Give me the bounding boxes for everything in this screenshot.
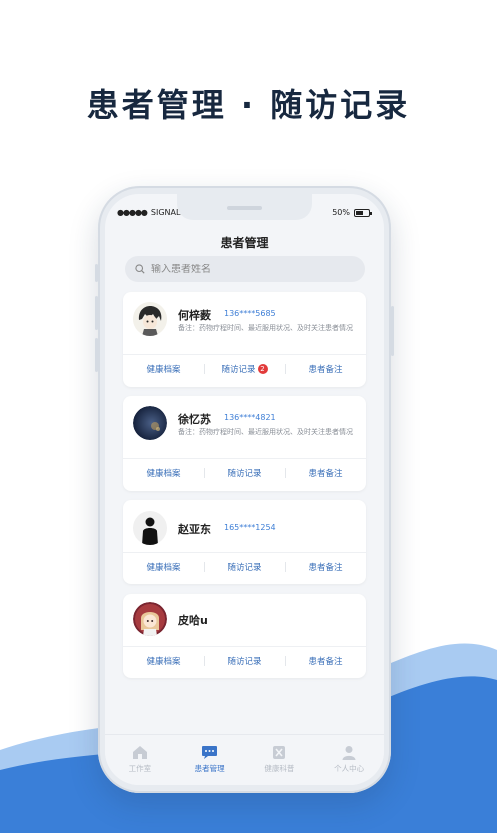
status-carrier: ●●●●● SIGNAL <box>117 208 180 217</box>
unread-badge: 2 <box>257 363 268 374</box>
app-screen: ●●●●● SIGNAL 50% 患者管理 输入患者姓名 何梓薮 136****… <box>105 194 384 785</box>
tab-label: 健康科普 <box>264 764 295 773</box>
health-records-button[interactable]: 健康档案 <box>123 647 204 674</box>
search-bar[interactable] <box>125 256 365 282</box>
health-records-label: 健康档案 <box>146 562 181 573</box>
book-icon <box>271 745 287 760</box>
visit-records-label: 随访记录 <box>227 468 262 479</box>
visit-records-button[interactable]: 随访记录 <box>204 553 285 580</box>
patient-name: 皮哈u <box>178 614 208 627</box>
patient-note: 备注：药物疗程时间、最近服用状况、及时关注患者情况 <box>178 428 353 436</box>
patient-actions: 健康档案 随访记录 患者备注 <box>123 552 366 580</box>
health-records-label: 健康档案 <box>146 364 181 375</box>
status-battery: 50% <box>332 208 372 217</box>
battery-icon <box>354 208 372 217</box>
patient-card[interactable]: 何梓薮 136****5685 备注：药物疗程时间、最近服用状况、及时关注患者情… <box>123 292 366 387</box>
patient-actions: 健康档案 随访记录 患者备注 <box>123 646 366 674</box>
patient-notes-label: 患者备注 <box>308 656 343 667</box>
phone-volume-down <box>95 338 98 372</box>
visit-records-label: 随访记录 <box>227 562 262 573</box>
phone-power-button <box>391 306 394 356</box>
patient-name: 徐忆苏 <box>178 413 211 426</box>
health-records-label: 健康档案 <box>146 656 181 667</box>
health-records-button[interactable]: 健康档案 <box>123 355 204 382</box>
phone-mute-switch <box>95 264 98 282</box>
health-records-button[interactable]: 健康档案 <box>123 553 204 580</box>
battery-percent: 50% <box>332 208 350 217</box>
phone-volume-up <box>95 296 98 330</box>
patient-notes-label: 患者备注 <box>308 562 343 573</box>
visit-records-label: 随访记录 <box>221 364 256 375</box>
patient-phone: 136****4821 <box>224 413 276 422</box>
patient-notes-label: 患者备注 <box>308 364 343 375</box>
bottom-tab-bar: 工作室 患者管理 健康科普 个人中心 <box>105 734 384 785</box>
carrier-label: SIGNAL <box>150 208 181 217</box>
page-title: 患者管理 <box>220 236 269 250</box>
patient-name: 何梓薮 <box>178 309 211 322</box>
patient-avatar <box>133 602 167 636</box>
patient-note: 备注：药物疗程时间、最近服用状况、及时关注患者情况 <box>178 324 353 332</box>
tab-patient-management[interactable]: 患者管理 <box>175 735 245 785</box>
patient-phone: 136****5685 <box>224 309 276 318</box>
patient-card[interactable]: 皮哈u 健康档案 随访记录 患者备注 <box>123 594 366 678</box>
patient-notes-button[interactable]: 患者备注 <box>285 459 366 486</box>
tab-studio[interactable]: 工作室 <box>105 735 175 785</box>
phone-notch <box>177 194 312 220</box>
patient-card[interactable]: 赵亚东 165****1254 健康档案 随访记录 患者备注 <box>123 500 366 584</box>
patient-notes-label: 患者备注 <box>308 468 343 479</box>
visit-records-label: 随访记录 <box>227 656 262 667</box>
patient-phone: 165****1254 <box>224 523 276 532</box>
search-input[interactable] <box>151 263 351 275</box>
person-icon <box>341 745 357 760</box>
phone-mockup: ●●●●● SIGNAL 50% 患者管理 输入患者姓名 何梓薮 136****… <box>95 186 394 793</box>
patient-avatar <box>133 511 167 545</box>
chat-icon <box>201 745 218 760</box>
signal-dots: ●●●●● <box>117 208 148 217</box>
tab-label: 个人中心 <box>334 764 365 773</box>
patient-notes-button[interactable]: 患者备注 <box>285 647 366 674</box>
promo-headline: 患者管理 · 随访记录 <box>86 86 411 124</box>
patient-notes-button[interactable]: 患者备注 <box>285 553 366 580</box>
tab-health-education[interactable]: 健康科普 <box>245 735 315 785</box>
patient-card[interactable]: 徐忆苏 136****4821 备注：药物疗程时间、最近服用状况、及时关注患者情… <box>123 396 366 491</box>
tab-label: 患者管理 <box>194 764 225 773</box>
visit-records-button[interactable]: 随访记录 <box>204 459 285 486</box>
health-records-button[interactable]: 健康档案 <box>123 459 204 486</box>
patient-name: 赵亚东 <box>178 523 211 536</box>
patient-avatar <box>133 406 167 440</box>
health-records-label: 健康档案 <box>146 468 181 479</box>
patient-actions: 健康档案 随访记录 2 患者备注 <box>123 354 366 382</box>
patient-avatar <box>133 302 167 336</box>
patient-notes-button[interactable]: 患者备注 <box>285 355 366 382</box>
visit-records-button[interactable]: 随访记录 <box>204 647 285 674</box>
tab-label: 工作室 <box>128 764 152 773</box>
visit-records-button[interactable]: 随访记录 2 <box>204 355 285 382</box>
search-icon <box>135 264 145 274</box>
patient-actions: 健康档案 随访记录 患者备注 <box>123 458 366 486</box>
tab-personal-center[interactable]: 个人中心 <box>314 735 384 785</box>
home-icon <box>132 745 148 760</box>
